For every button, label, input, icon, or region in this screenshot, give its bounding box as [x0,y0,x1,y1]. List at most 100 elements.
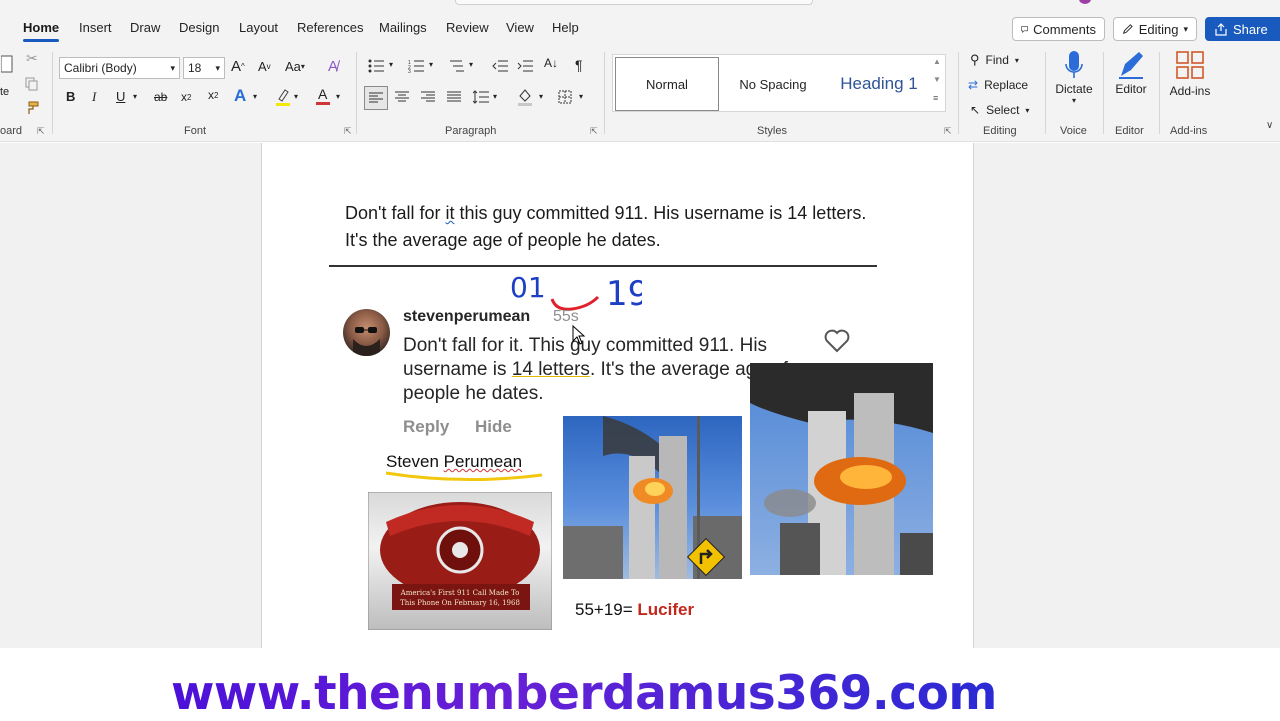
multilevel-list-icon[interactable] [448,58,464,74]
format-painter-icon[interactable] [25,100,41,116]
chevron-down-icon: ▾ [170,62,175,73]
style-no-spacing[interactable]: No Spacing [721,57,825,111]
superscript-icon[interactable]: x2 [208,88,218,102]
document-paragraph[interactable]: Don't fall for it this guy committed 911… [345,200,875,254]
addins-group-label: Add-ins [1170,125,1208,137]
tab-insert[interactable]: Insert [79,20,112,35]
voice-group-label: Voice [1060,125,1087,137]
decrease-indent-icon[interactable] [492,58,508,74]
comments-button[interactable]: Comments [1012,17,1105,41]
style-normal[interactable]: Normal [615,57,719,111]
shading-icon[interactable] [517,88,533,106]
account-avatar[interactable] [1079,0,1091,4]
paragraph-launcher-icon[interactable]: ⇱ [590,126,598,137]
underline-icon[interactable]: U [116,89,125,104]
line-spacing-icon[interactable] [473,89,489,105]
sort-icon[interactable]: A↓ [544,56,558,70]
font-size-combo[interactable]: 18 ▾ [183,57,225,79]
subscript-icon[interactable]: x2 [181,90,191,104]
editing-mode-button[interactable]: Editing ▾ [1113,17,1197,41]
addins-button[interactable]: Add-ins [1161,50,1219,114]
ribbon-collapse-icon[interactable]: ∨ [1266,120,1273,131]
hide-button[interactable]: Hide [475,417,512,437]
search-box[interactable] [455,0,813,5]
document-page[interactable]: Don't fall for it this guy committed 911… [261,143,974,648]
change-case-icon[interactable]: Aa ▾ [285,59,305,74]
text-effects-icon[interactable]: A [234,86,246,106]
styles-more-icon[interactable]: ≡ [933,93,938,103]
chevron-down-icon[interactable]: ▾ [493,92,497,101]
chevron-down-icon[interactable]: ▾ [253,92,257,101]
editor-button[interactable]: Editor [1102,50,1160,114]
chevron-down-icon: ▾ [215,62,220,73]
select-button[interactable]: ↖ Select ▾ [970,103,1029,117]
align-right-icon[interactable] [420,89,436,105]
editing-label: Editing [1138,21,1179,37]
find-button[interactable]: ⚲ Find ▾ [970,52,1019,68]
bullets-icon[interactable] [368,58,384,74]
chevron-down-icon[interactable]: ▾ [469,60,473,69]
shrink-font-icon[interactable]: Av [258,59,271,74]
font-group-label: Font [184,125,207,137]
italic-icon[interactable]: I [92,89,96,105]
tab-layout[interactable]: Layout [239,20,278,35]
align-left-icon[interactable] [364,86,388,110]
select-label: Select [986,103,1020,117]
tab-mailings[interactable]: Mailings [379,20,427,35]
increase-indent-icon[interactable] [517,58,533,74]
dictate-label: Dictate [1055,82,1093,96]
styles-gallery: Normal No Spacing Heading 1 ▲ ▼ ≡ [612,54,946,112]
handwritten-19: 19 [606,274,642,314]
align-center-icon[interactable] [394,89,410,105]
chevron-down-icon: ▾ [1025,105,1030,115]
font-name-combo[interactable]: Calibri (Body) ▾ [59,57,180,79]
paste-label[interactable]: te [0,86,9,98]
comment-username[interactable]: stevenperumean [403,308,530,326]
share-button[interactable]: Share [1205,17,1280,41]
font-color-icon[interactable]: A [315,85,331,107]
chevron-down-icon[interactable]: ▾ [539,92,543,101]
mouse-cursor-icon [572,325,586,345]
cut-icon[interactable]: ✂ [26,50,38,67]
style-heading-1[interactable]: Heading 1 [827,57,931,111]
styles-launcher-icon[interactable]: ⇱ [944,126,952,137]
find-label: Find [985,53,1009,67]
editor-group-label: Editor [1115,125,1144,137]
chevron-down-icon[interactable]: ▾ [389,60,393,69]
replace-icon: ⇄ [968,78,979,92]
chevron-down-icon[interactable]: ▾ [579,92,583,101]
handwritten-01: 01 [510,271,546,304]
clear-formatting-icon[interactable]: A̸ [328,58,338,75]
tab-draw[interactable]: Draw [130,20,160,35]
tab-view[interactable]: View [506,20,534,35]
tab-help[interactable]: Help [552,20,579,35]
towers-image-left [563,416,742,579]
borders-icon[interactable] [557,89,573,105]
chevron-up-icon[interactable]: ▲ [933,57,941,66]
tab-review[interactable]: Review [446,20,489,35]
chevron-down-icon[interactable]: ▼ [933,75,941,84]
chevron-down-icon[interactable]: ▾ [429,60,433,69]
website-url: www.thenumberdamus369.com [171,666,997,721]
copy-icon[interactable] [24,76,40,92]
show-formatting-marks-icon[interactable]: ¶ [575,57,583,73]
chevron-down-icon[interactable]: ▾ [294,92,298,101]
chevron-down-icon[interactable]: ▾ [133,92,137,101]
reply-button[interactable]: Reply [403,417,449,437]
dictate-button[interactable]: Dictate ▾ [1045,50,1103,114]
bold-icon[interactable]: B [66,89,75,104]
replace-button[interactable]: ⇄ Replace [968,78,1028,92]
chevron-down-icon[interactable]: ▾ [336,92,340,101]
strikethrough-icon[interactable]: ab [154,90,167,104]
heart-icon[interactable] [824,329,850,353]
justify-icon[interactable] [446,89,462,105]
tab-references[interactable]: References [297,20,363,35]
font-launcher-icon[interactable]: ⇱ [344,126,352,137]
paste-icon[interactable] [0,54,14,74]
grow-font-icon[interactable]: A ^ [231,58,245,75]
tab-home[interactable]: Home [23,20,60,42]
highlight-icon[interactable] [275,87,291,107]
clipboard-launcher-icon[interactable]: ⇱ [37,126,45,137]
numbering-icon[interactable]: 123 [408,58,424,74]
tab-design[interactable]: Design [179,20,219,35]
